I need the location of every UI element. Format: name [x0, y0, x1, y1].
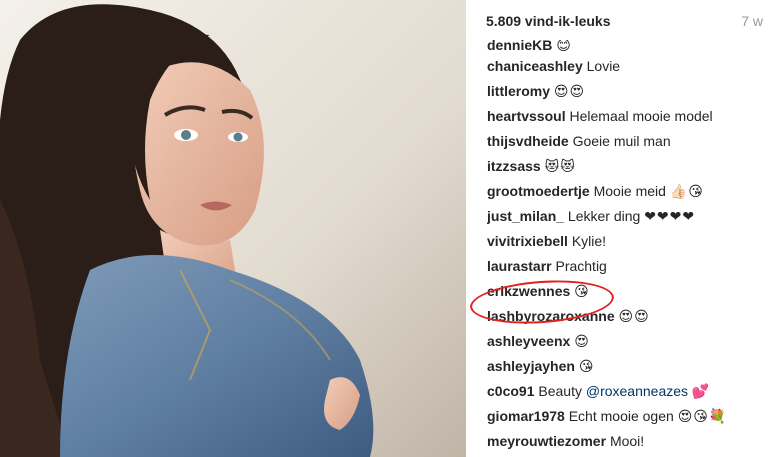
comment-text: Beauty — [538, 383, 582, 399]
comment-username[interactable]: ashleyveenx — [487, 333, 570, 349]
comment-emoji: 😍😘💐 — [677, 409, 728, 425]
comment-item: littleromy 😍😍 — [487, 79, 771, 104]
comment-username[interactable]: laurastarr — [487, 258, 552, 274]
comment-item: erikzwennes 😘 — [487, 279, 771, 304]
comment-emoji: 😻😻 — [544, 159, 576, 175]
comment-item: giomar1978 Echt mooie ogen 😍😘💐 — [487, 404, 771, 429]
comment-text: Helemaal mooie model — [569, 108, 713, 124]
comment-username[interactable]: just_milan_ — [487, 208, 564, 224]
comment-item: grootmoedertje Mooie meid 👍🏻😘 — [487, 179, 771, 204]
post-photo[interactable] — [0, 0, 466, 457]
comment-emoji: 😘 — [574, 284, 590, 300]
comment-username[interactable]: grootmoedertje — [487, 183, 590, 199]
comment-item: thijsvdheide Goeie muil man — [487, 129, 771, 154]
comment-emoji: 💕 — [691, 384, 711, 400]
comment-text: Goeie muil man — [572, 133, 671, 149]
comment-text: Echt mooie ogen — [568, 408, 674, 424]
comment-emoji: 😍😍 — [618, 309, 650, 325]
comment-item: laurastarr Prachtig — [487, 254, 771, 279]
likes-count[interactable]: 5.809 vind-ik-leuks — [486, 13, 611, 29]
comment-mention-link[interactable]: @roxeanneazes — [586, 383, 688, 399]
comment-item: c0co91 Beauty @roxeanneazes 💕 — [487, 379, 771, 404]
comment-username[interactable]: thijsvdheide — [487, 133, 569, 149]
comment-username[interactable]: chaniceashley — [487, 58, 583, 74]
comment-username[interactable]: dennieKB — [487, 40, 552, 53]
comment-emoji: 😍 — [574, 334, 590, 350]
comment-username[interactable]: giomar1978 — [487, 408, 565, 424]
comments-panel: 5.809 vind-ik-leuks 7 w dennieKB 😊 chani… — [466, 0, 771, 457]
comment-emoji: 😊 — [556, 40, 572, 54]
comment-text: Lekker ding — [567, 208, 641, 224]
comment-username[interactable]: heartvssoul — [487, 108, 566, 124]
comment-emoji: 😘 — [578, 359, 595, 375]
comment-username[interactable]: ashleyjayhen — [487, 358, 575, 374]
post-age[interactable]: 7 w — [741, 13, 763, 29]
comment-item: heartvssoul Helemaal mooie model — [487, 104, 771, 129]
comment-item: vivitrixiebell Kylie! — [487, 229, 771, 254]
portrait-illustration — [0, 0, 466, 457]
comment-username[interactable]: meyrouwtiezomer — [487, 433, 606, 449]
comment-username[interactable]: vivitrixiebell — [487, 233, 568, 249]
comment-text: Mooie meid — [593, 183, 666, 199]
comment-username[interactable]: c0co91 — [487, 383, 534, 399]
comment-emoji: 😍😍 — [553, 84, 586, 100]
comment-item: itzzsass 😻😻 — [487, 154, 771, 179]
instagram-post-view: 5.809 vind-ik-leuks 7 w dennieKB 😊 chani… — [0, 0, 771, 457]
comment-username[interactable]: erikzwennes — [487, 283, 570, 299]
comment-text: Kylie! — [571, 233, 607, 249]
comment-emoji: ❤❤❤❤ — [644, 209, 696, 225]
comment-list: dennieKB 😊 chaniceashley Lovie littlerom… — [487, 40, 771, 454]
comment-item: ashleyjayhen 😘 — [487, 354, 771, 379]
comment-username[interactable]: itzzsass — [487, 158, 541, 174]
comment-text: Mooi! — [609, 433, 645, 449]
comment-item: chaniceashley Lovie — [487, 54, 771, 79]
comment-username[interactable]: lashbyrozaroxanne — [487, 308, 615, 324]
comment-item: ashleyveenx 😍 — [487, 329, 771, 354]
comment-username[interactable]: littleromy — [487, 83, 550, 99]
comment-item: meyrouwtiezomer Mooi! — [487, 429, 771, 454]
comment-text: Lovie — [586, 58, 621, 74]
comment-item: lashbyrozaroxanne 😍😍 — [487, 304, 771, 329]
comment-item: just_milan_ Lekker ding ❤❤❤❤ — [487, 204, 771, 229]
comment-text: Prachtig — [555, 258, 607, 274]
comment-item: dennieKB 😊 — [487, 40, 771, 54]
comment-emoji: 👍🏻😘 — [669, 184, 704, 200]
